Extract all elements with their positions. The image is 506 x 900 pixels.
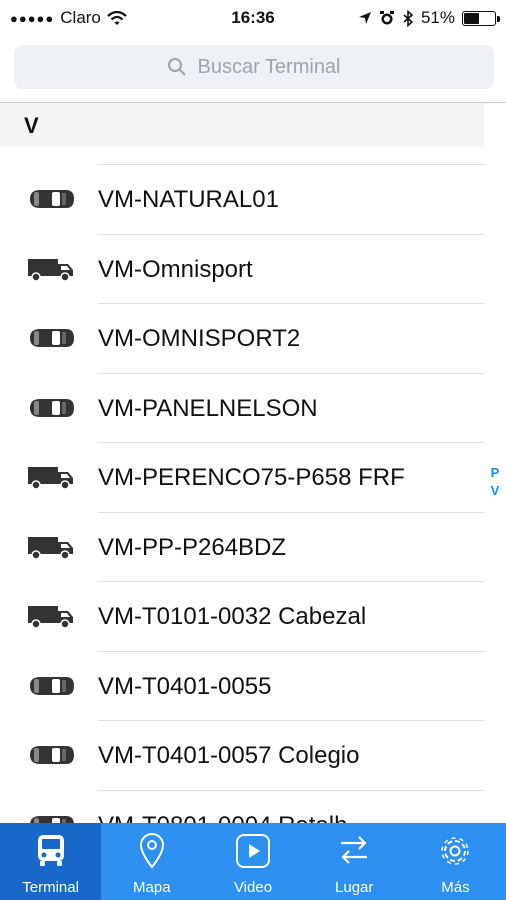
tab-label: Video: [233, 879, 273, 896]
terminal-label: VM-PERENCO75-P658 FRF: [98, 464, 405, 491]
terminal-label: VM-PANELNELSON: [98, 394, 318, 422]
index-letter-v[interactable]: V: [488, 482, 502, 500]
truck-icon: [26, 464, 76, 490]
battery-icon: [462, 10, 500, 26]
search-placeholder: Buscar Terminal: [197, 55, 341, 78]
location-arrow-icon: [358, 12, 371, 24]
bluetooth-icon: [403, 9, 414, 27]
status-right: 51%: [358, 8, 500, 28]
terminal-row[interactable]: VM-T0401-0057 Colegio: [0, 720, 484, 790]
search-icon: [168, 58, 187, 76]
search-input[interactable]: Buscar Terminal: [14, 45, 494, 89]
terminal-list: VM-NATURAL01 VM-Omnisport VM-OMNISPORT2 …: [0, 164, 484, 859]
car-icon: [26, 325, 76, 351]
terminal-row[interactable]: VM-OMNISPORT2: [0, 303, 484, 373]
terminal-label: VM-PP-P264BDZ: [98, 533, 287, 561]
tab-bar: Terminal Mapa Video Lugar Más: [0, 823, 506, 900]
status-bar: ●●●●● Claro 16:36 51%: [0, 0, 506, 36]
tab-label: Lugar: [335, 879, 374, 896]
truck-icon: [26, 534, 76, 560]
tab-ms[interactable]: Más: [405, 823, 506, 900]
terminal-row[interactable]: VM-PERENCO75-P658 FRF: [0, 442, 484, 512]
section-header: V: [0, 103, 484, 147]
tab-mapa[interactable]: Mapa: [101, 823, 202, 900]
terminal-label: VM-Omnisport: [98, 255, 253, 283]
truck-icon: [26, 603, 76, 629]
section-letter: V: [24, 113, 39, 138]
truck-icon: [26, 256, 76, 282]
tab-lugar[interactable]: Lugar: [304, 823, 405, 900]
search-bar: Buscar Terminal: [0, 36, 506, 103]
terminal-row[interactable]: VM-PANELNELSON: [0, 372, 484, 443]
terminal-label: VM-T0401-0057 Colegio: [98, 742, 360, 769]
car-icon: [26, 186, 76, 212]
battery-percent: 51%: [420, 8, 455, 27]
terminal-label: VM-OMNISPORT2: [98, 325, 301, 352]
car-icon: [26, 673, 76, 699]
index-letter-p[interactable]: P: [488, 464, 502, 482]
terminal-label: VM-T0401-0055: [98, 672, 272, 700]
terminal-row[interactable]: VM-NATURAL01: [0, 164, 484, 234]
terminal-label: VM-T0101-0032 Cabezal: [98, 603, 367, 630]
tab-terminal[interactable]: Terminal: [0, 823, 102, 900]
car-icon: [26, 742, 76, 768]
section-index[interactable]: PV: [488, 464, 502, 500]
battery-fill: [464, 12, 479, 24]
tab-label: Más: [441, 879, 470, 896]
tab-label: Mapa: [133, 879, 171, 896]
car-icon: [26, 395, 76, 421]
terminal-row[interactable]: VM-Omnisport: [0, 233, 484, 304]
terminal-label: VM-NATURAL01: [98, 186, 279, 213]
alarm-icon: [379, 11, 394, 25]
terminal-row[interactable]: VM-T0101-0032 Cabezal: [0, 581, 484, 651]
tab-video[interactable]: Video: [202, 823, 303, 900]
tab-label: Terminal: [22, 879, 79, 896]
terminal-row[interactable]: VM-T0401-0055: [0, 650, 484, 721]
terminal-row[interactable]: VM-PP-P264BDZ: [0, 511, 484, 582]
